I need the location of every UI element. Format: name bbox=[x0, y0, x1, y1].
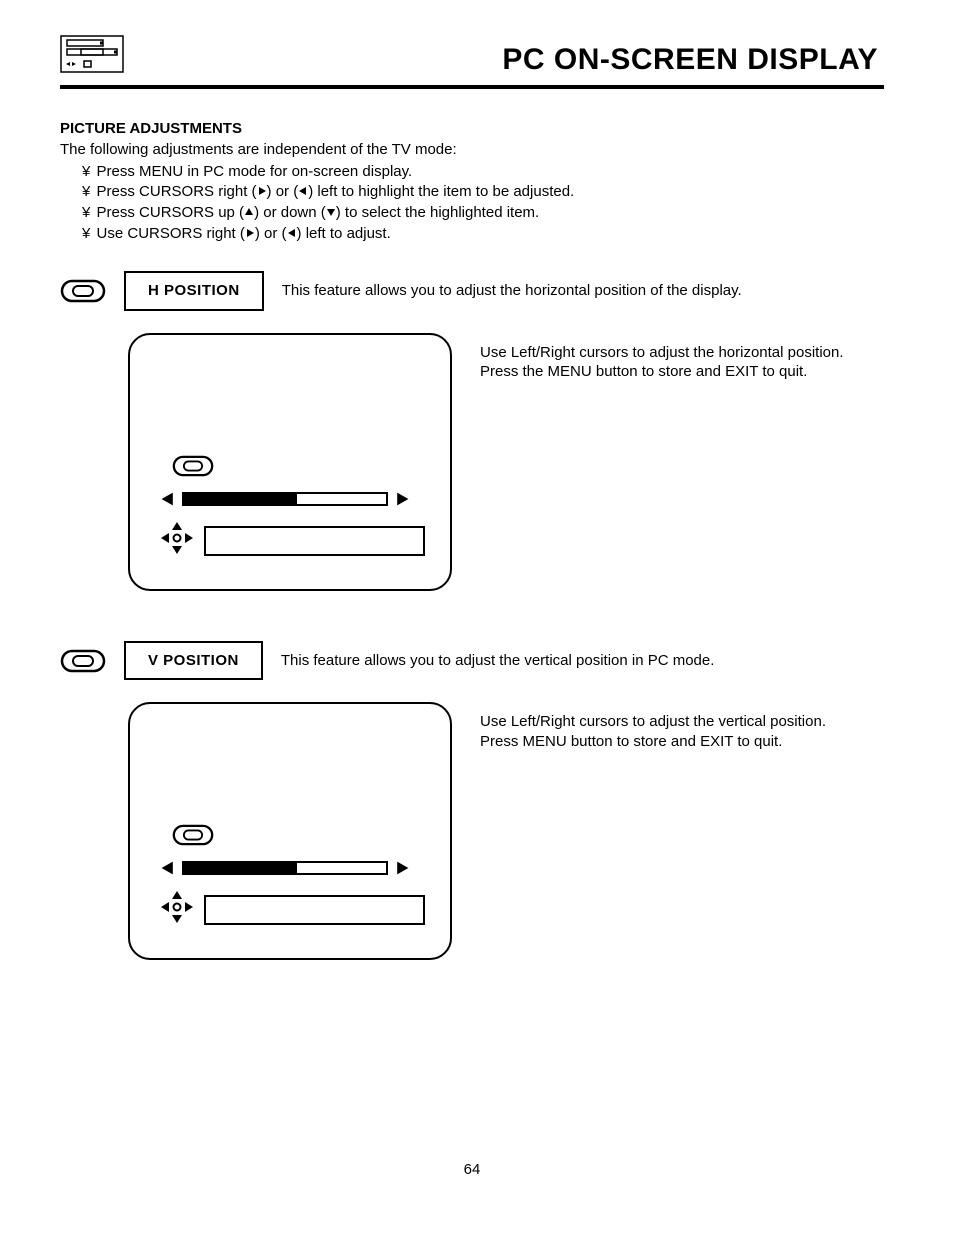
slider-bar bbox=[182, 861, 388, 875]
value-box bbox=[204, 895, 425, 925]
dpad-row bbox=[160, 521, 425, 561]
page-number: 64 bbox=[60, 1160, 884, 1180]
triangle-right-icon bbox=[245, 224, 255, 244]
diagram-instructions: Use Left/Right cursors to adjust the hor… bbox=[480, 343, 844, 382]
slider-bar bbox=[182, 492, 388, 506]
instruction-item: Press CURSORS right () or () left to hig… bbox=[82, 182, 884, 202]
feature-row-v-position: V POSITION This feature allows you to ad… bbox=[60, 641, 884, 681]
triangle-down-icon bbox=[326, 203, 336, 223]
triangle-left-icon bbox=[160, 491, 176, 507]
dpad-icon bbox=[160, 890, 194, 930]
instruction-item: Press MENU in PC mode for on-screen disp… bbox=[82, 162, 884, 182]
feature-description: This feature allows you to adjust the ve… bbox=[281, 651, 715, 671]
remote-button-icon bbox=[60, 277, 106, 305]
triangle-right-icon bbox=[394, 860, 410, 876]
osd-diagram bbox=[128, 333, 452, 591]
remote-button-icon bbox=[60, 647, 106, 675]
diagram-row-h-position: Use Left/Right cursors to adjust the hor… bbox=[60, 333, 884, 591]
triangle-right-icon bbox=[394, 491, 410, 507]
header-logo-icon bbox=[60, 35, 124, 79]
feature-label: H POSITION bbox=[124, 271, 264, 311]
dpad-row bbox=[160, 890, 425, 930]
triangle-left-icon bbox=[160, 860, 176, 876]
value-box bbox=[204, 526, 425, 556]
section-title: PICTURE ADJUSTMENTS bbox=[60, 119, 884, 139]
dpad-icon bbox=[160, 521, 194, 561]
page-header: PC ON-SCREEN DISPLAY bbox=[60, 35, 884, 89]
slider-control bbox=[160, 491, 410, 507]
feature-description: This feature allows you to adjust the ho… bbox=[282, 281, 742, 301]
feature-row-h-position: H POSITION This feature allows you to ad… bbox=[60, 271, 884, 311]
triangle-left-icon bbox=[287, 224, 297, 244]
instruction-list: Press MENU in PC mode for on-screen disp… bbox=[60, 162, 884, 244]
triangle-left-icon bbox=[298, 182, 308, 202]
instruction-item: Press CURSORS up () or down () to select… bbox=[82, 203, 884, 223]
page-title: PC ON-SCREEN DISPLAY bbox=[502, 40, 878, 79]
feature-label: V POSITION bbox=[124, 641, 263, 681]
remote-button-icon bbox=[172, 453, 214, 485]
osd-diagram bbox=[128, 702, 452, 960]
triangle-right-icon bbox=[257, 182, 267, 202]
diagram-row-v-position: Use Left/Right cursors to adjust the ver… bbox=[60, 702, 884, 960]
remote-button-icon bbox=[172, 822, 214, 854]
diagram-instructions: Use Left/Right cursors to adjust the ver… bbox=[480, 712, 826, 751]
instruction-item: Use CURSORS right () or () left to adjus… bbox=[82, 224, 884, 244]
intro-line: The following adjustments are independen… bbox=[60, 140, 884, 160]
triangle-up-icon bbox=[244, 203, 254, 223]
section-intro: PICTURE ADJUSTMENTS The following adjust… bbox=[60, 119, 884, 244]
slider-control bbox=[160, 860, 410, 876]
